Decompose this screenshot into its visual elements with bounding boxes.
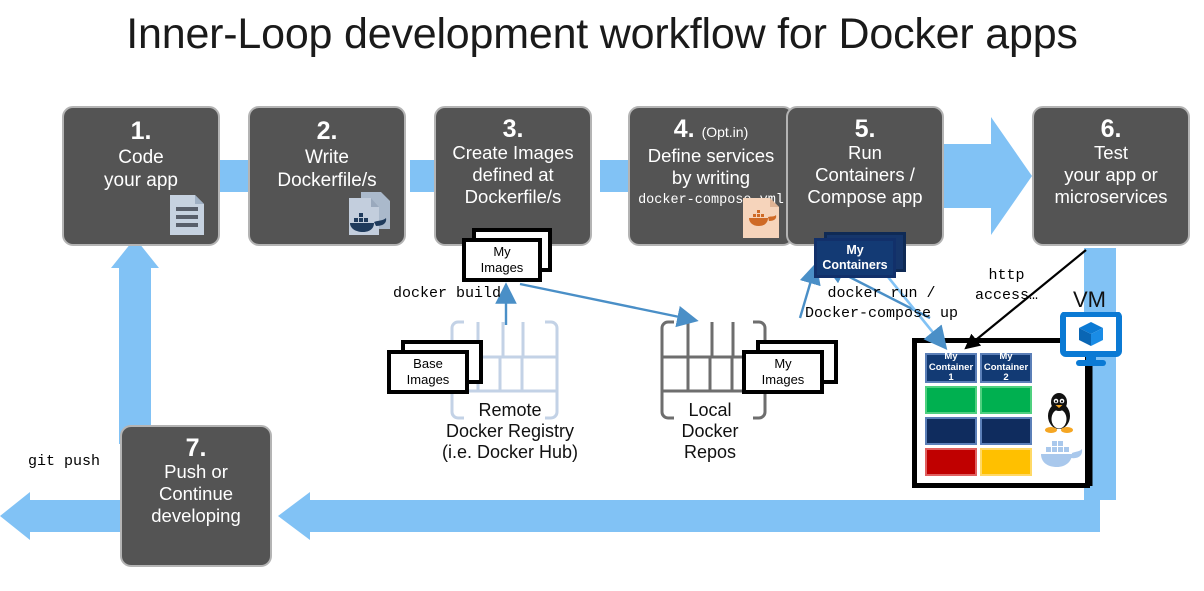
vm-container-2-header: My Container 2 bbox=[980, 352, 1032, 384]
step-box-4[interactable]: 4. (Opt.in) Define services by writing d… bbox=[628, 106, 794, 246]
vm-container-2-name-line-2: Container 2 bbox=[983, 361, 1029, 384]
step-7-line-2: Continue bbox=[158, 483, 234, 504]
step-box-6[interactable]: 6. Test your app or microservices bbox=[1032, 106, 1190, 246]
step-3-line-2: defined at bbox=[472, 164, 554, 185]
vm-container-1: My Container 1 bbox=[925, 352, 977, 479]
step-6-line-1: Test bbox=[1094, 142, 1128, 163]
flow-connector-1-2 bbox=[218, 160, 248, 192]
flow-connector-3-4 bbox=[600, 160, 630, 192]
step-3-line-1: Create Images bbox=[452, 142, 574, 163]
document-icon bbox=[170, 195, 204, 235]
compose-file-icon bbox=[743, 198, 779, 238]
step-6-line-2: your app or bbox=[1064, 164, 1158, 185]
artifact-base-images: Base Images bbox=[387, 340, 487, 398]
step-6-line-3: microservices bbox=[1054, 186, 1168, 207]
step-2-line-1: Write bbox=[305, 147, 349, 168]
step-6-number: 6. bbox=[1100, 115, 1122, 143]
diagram-canvas: Inner-Loop development workflow for Dock… bbox=[0, 0, 1204, 591]
step-1-number: 1. bbox=[130, 117, 152, 145]
step-box-5[interactable]: 5. Run Containers / Compose app bbox=[786, 106, 944, 246]
linux-penguin-icon bbox=[1045, 393, 1073, 433]
step-box-1[interactable]: 1. Code your app bbox=[62, 106, 220, 246]
step-7-number: 7. bbox=[185, 434, 207, 462]
step-7-line-3: developing bbox=[151, 505, 241, 526]
step-4-line-2: by writing bbox=[671, 167, 751, 188]
flow-arrow-5-6 bbox=[943, 117, 1032, 235]
caption-remote-registry: Remote Docker Registry (i.e. Docker Hub) bbox=[441, 400, 579, 462]
my-images-local-stack-front: My Images bbox=[742, 350, 824, 394]
step-7-line-1: Push or bbox=[164, 461, 228, 482]
base-images-label-2: Images bbox=[406, 372, 450, 387]
artifact-my-containers: My Containers bbox=[812, 232, 912, 282]
return-arrow-into-step7 bbox=[278, 492, 310, 540]
vm-container-1-header: My Container 1 bbox=[925, 352, 977, 384]
dockerfile-icon bbox=[349, 192, 390, 235]
caption-http-access: http access… bbox=[975, 267, 1039, 304]
my-images-local-label-2: Images bbox=[761, 372, 805, 387]
return-path-vertical-left bbox=[119, 268, 151, 444]
caption-docker-build: docker build bbox=[393, 285, 502, 302]
vm-container-1-layer-green bbox=[925, 386, 977, 414]
step-1-line-1: Code bbox=[118, 147, 164, 168]
return-path-bottom bbox=[310, 500, 1100, 532]
step-box-2[interactable]: 2. Write Dockerfile/s bbox=[248, 106, 406, 246]
base-images-stack-front: Base Images bbox=[387, 350, 469, 394]
step-5-line-2: Containers / bbox=[815, 164, 915, 185]
my-images-build-label-1: My bbox=[493, 244, 511, 259]
step-4-line-1: Define services bbox=[647, 145, 775, 166]
step-3-number: 3. bbox=[502, 115, 524, 143]
vm-container-2-layer-yellow bbox=[980, 448, 1032, 476]
artifact-my-images-local: My Images bbox=[740, 340, 842, 398]
vm-container-1-layer-navy bbox=[925, 417, 977, 445]
caption-docker-run: docker run / Docker-compose up bbox=[805, 285, 959, 322]
git-push-bar bbox=[30, 500, 130, 532]
vm-container-1-name-line-2: Container 1 bbox=[928, 361, 974, 384]
caption-local-repos: Local Docker Repos bbox=[681, 400, 739, 462]
my-images-build-label-2: Images bbox=[480, 260, 524, 275]
vm-label: VM bbox=[1073, 287, 1106, 312]
step-4-optional-label: (Opt.in) bbox=[701, 124, 749, 140]
artifact-my-images-build: My Images bbox=[458, 228, 556, 286]
vm-monitor-icon bbox=[1060, 312, 1122, 366]
my-images-local-label-1: My bbox=[774, 356, 792, 371]
step-box-7[interactable]: 7. Push or Continue developing bbox=[120, 425, 272, 567]
arrow-myimages-to-localrepos bbox=[519, 282, 699, 328]
vm-container-2-layer-green bbox=[980, 386, 1032, 414]
page-title: Inner-Loop development workflow for Dock… bbox=[126, 10, 1078, 58]
docker-whale-icon bbox=[1041, 441, 1083, 467]
step-5-line-3: Compose app bbox=[807, 186, 923, 207]
step-box-3[interactable]: 3. Create Images defined at Dockerfile/s bbox=[434, 106, 592, 246]
step-5-number: 5. bbox=[854, 115, 876, 143]
vm-container-2-layer-navy bbox=[980, 417, 1032, 445]
step-5-line-1: Run bbox=[848, 142, 882, 163]
vm-container-2: My Container 2 bbox=[980, 352, 1032, 479]
my-containers-stack-front: My Containers bbox=[814, 238, 896, 278]
my-containers-label-2: Containers bbox=[822, 258, 888, 272]
vm-container-1-layer-red bbox=[925, 448, 977, 476]
caption-git-push: git push bbox=[28, 453, 101, 470]
my-images-build-stack-front: My Images bbox=[462, 238, 542, 282]
step-4-number-text: 4. bbox=[673, 115, 695, 143]
step-4-number: 4. (Opt.in) bbox=[630, 117, 792, 145]
my-containers-label-1: My bbox=[846, 243, 864, 257]
step-1-line-2: your app bbox=[104, 170, 178, 191]
base-images-label-1: Base bbox=[413, 356, 443, 371]
git-push-arrowhead bbox=[0, 492, 30, 540]
step-2-number: 2. bbox=[316, 117, 338, 145]
step-3-line-3: Dockerfile/s bbox=[464, 186, 562, 207]
